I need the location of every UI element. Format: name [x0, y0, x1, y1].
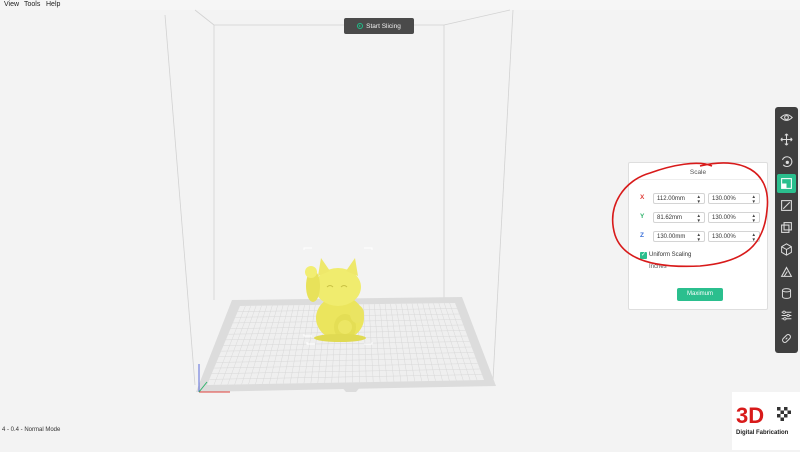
start-slicing-button[interactable]: Start Slicing [344, 18, 414, 34]
percent-z-value: 130.00% [712, 234, 736, 240]
scale-panel: Scale X 112.00mm ▲▼ 130.00% ▲▼ Y 81.62mm… [628, 162, 768, 310]
axis-label-z: Z [640, 232, 644, 239]
size-x-value: 112.00mm [657, 196, 685, 202]
stepper-icon[interactable]: ▲▼ [697, 233, 701, 242]
percent-x-input[interactable]: 130.00% ▲▼ [708, 193, 760, 204]
rotate-icon[interactable] [777, 152, 796, 171]
cylinder-icon[interactable] [777, 284, 796, 303]
move-icon[interactable] [777, 130, 796, 149]
link-icon[interactable] [777, 329, 796, 348]
svg-text:Digital Fabrication: Digital Fabrication [736, 430, 789, 436]
mirror-icon[interactable] [777, 196, 796, 215]
size-y-value: 81.62mm [657, 215, 682, 221]
maximum-button[interactable]: Maximum [677, 288, 723, 301]
multiply-icon[interactable] [777, 240, 796, 259]
size-y-input[interactable]: 81.62mm ▲▼ [653, 212, 705, 223]
cut-icon[interactable] [777, 218, 796, 237]
divider [635, 179, 761, 180]
stepper-icon[interactable]: ▲▼ [752, 195, 756, 204]
play-circle-icon [357, 23, 363, 29]
percent-y-input[interactable]: 130.00% ▲▼ [708, 212, 760, 223]
size-x-input[interactable]: 112.00mm ▲▼ [653, 193, 705, 204]
svg-text:3D: 3D [736, 403, 764, 428]
percent-x-value: 130.00% [712, 196, 736, 202]
uniform-scaling-checkbox[interactable]: ✓ [640, 252, 647, 259]
settings-sliders-icon[interactable] [777, 306, 796, 325]
scale-icon[interactable] [777, 174, 796, 193]
axis-label-x: X [640, 194, 644, 201]
inches-label[interactable]: Inches [649, 264, 667, 270]
start-slicing-label: Start Slicing [366, 23, 401, 30]
stepper-icon[interactable]: ▲▼ [752, 233, 756, 242]
side-toolbar [775, 107, 798, 353]
scale-panel-title: Scale [629, 169, 767, 176]
percent-z-input[interactable]: 130.00% ▲▼ [708, 231, 760, 242]
stepper-icon[interactable]: ▲▼ [752, 214, 756, 223]
support-icon[interactable] [777, 262, 796, 281]
percent-y-value: 130.00% [712, 215, 736, 221]
axis-label-y: Y [640, 213, 644, 220]
eye-icon[interactable] [777, 108, 796, 127]
uniform-scaling-label: Uniform Scaling [649, 252, 691, 258]
brand-logo: 3D Digital Fabrication [732, 392, 800, 450]
size-z-input[interactable]: 130.00mm ▲▼ [653, 231, 705, 242]
stepper-icon[interactable]: ▲▼ [697, 195, 701, 204]
size-z-value: 130.00mm [657, 234, 685, 240]
stepper-icon[interactable]: ▲▼ [697, 214, 701, 223]
status-text: 4 - 0.4 - Normal Mode [2, 427, 60, 433]
